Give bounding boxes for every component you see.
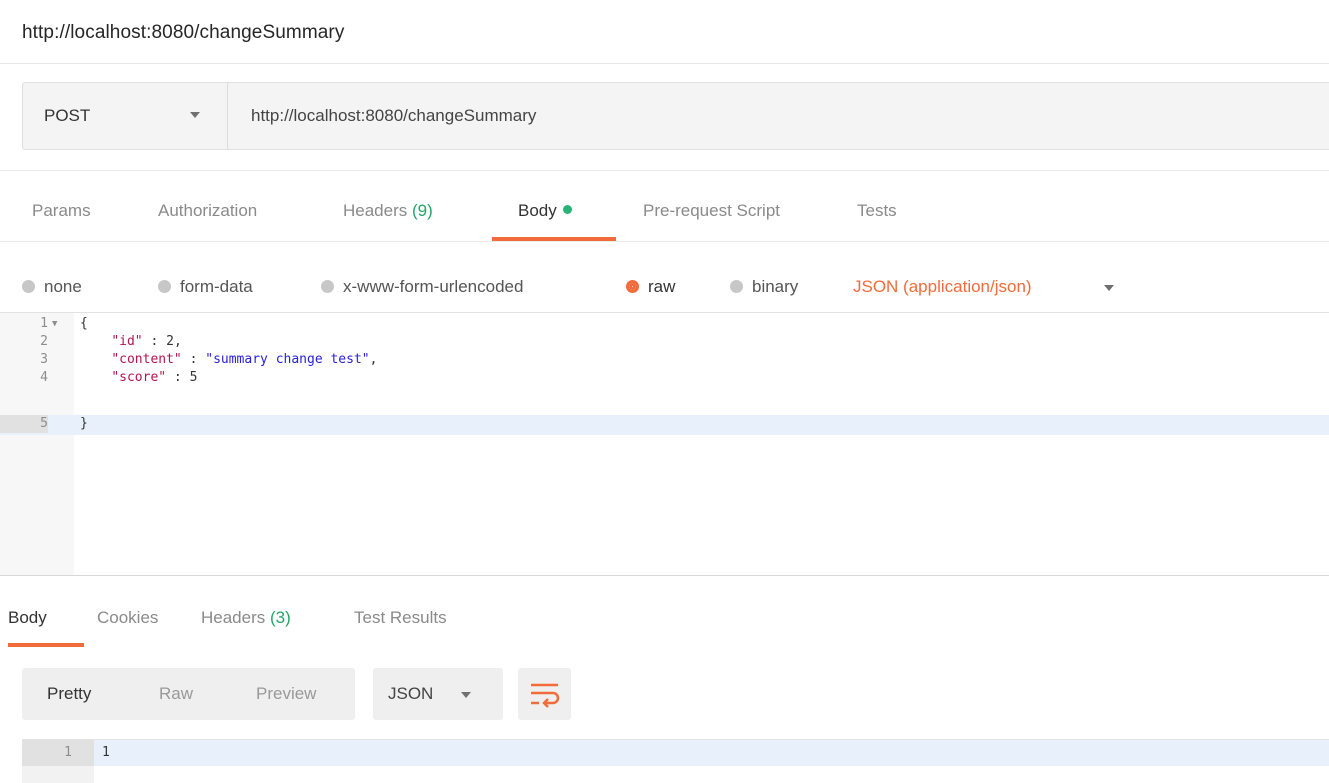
- request-tabs: Params Authorization Headers (9) Body Pr…: [0, 170, 1329, 242]
- json-key: "content": [111, 352, 182, 367]
- line-number: 5: [0, 415, 48, 433]
- response-tab-headers-count: (3): [270, 608, 291, 627]
- response-format-select[interactable]: JSON: [373, 668, 503, 720]
- json-suffix: ,: [173, 334, 182, 349]
- tab-pre-request-script[interactable]: Pre-request Script: [643, 201, 780, 221]
- tab-body-label: Body: [518, 201, 557, 220]
- response-body-viewer[interactable]: 1 1: [22, 739, 1329, 783]
- wrap-lines-button[interactable]: [518, 668, 571, 720]
- radio-circle-icon: [22, 280, 35, 293]
- json-key: "score": [111, 370, 167, 385]
- tab-body[interactable]: Body: [518, 201, 572, 221]
- radio-form-data-label: form-data: [180, 277, 253, 296]
- content-type-select[interactable]: JSON (application/json): [853, 277, 1032, 297]
- radio-none-label: none: [44, 277, 82, 296]
- code-line: 3 "content" : "summary change test",: [0, 351, 1329, 369]
- active-response-tab-underline: [8, 643, 84, 647]
- radio-urlencoded-label: x-www-form-urlencoded: [343, 277, 524, 296]
- radio-raw[interactable]: raw: [626, 277, 675, 297]
- response-tab-headers-label: Headers: [201, 608, 266, 627]
- json-suffix: ,: [369, 352, 378, 367]
- radio-circle-icon: [158, 280, 171, 293]
- radio-binary[interactable]: binary: [730, 277, 798, 297]
- radio-form-data[interactable]: form-data: [158, 277, 253, 297]
- line-number: 1: [22, 740, 94, 766]
- url-bar: POST http://localhost:8080/changeSummary: [22, 82, 1329, 150]
- body-indicator-dot: [562, 205, 572, 214]
- wrap-lines-icon: [531, 683, 560, 708]
- url-input[interactable]: http://localhost:8080/changeSummary: [251, 106, 536, 126]
- request-title: http://localhost:8080/changeSummary: [22, 22, 345, 43]
- radio-circle-icon: [321, 280, 334, 293]
- request-body-editor[interactable]: 1 ▼ { 2 "id" : 2, 3 "content" : "summary…: [0, 312, 1329, 576]
- json-separator: :: [181, 352, 206, 367]
- response-code-text: 1: [102, 745, 110, 760]
- json-key: "id": [111, 334, 143, 349]
- code-text: "id" : 2,: [80, 333, 182, 351]
- view-preview-button[interactable]: Preview: [256, 684, 316, 704]
- view-raw-button[interactable]: Raw: [159, 684, 193, 704]
- line-number: 2: [40, 334, 48, 349]
- tab-headers-label: Headers: [343, 201, 408, 220]
- chevron-down-icon[interactable]: [1104, 285, 1114, 291]
- line-number: 3: [40, 352, 48, 367]
- active-tab-underline: [492, 237, 616, 241]
- request-title-bar: http://localhost:8080/changeSummary: [0, 0, 1329, 64]
- tab-authorization[interactable]: Authorization: [158, 201, 257, 221]
- response-tab-cookies[interactable]: Cookies: [97, 608, 158, 628]
- fold-toggle-icon[interactable]: ▼: [52, 315, 57, 333]
- code-text: {: [80, 316, 88, 331]
- chevron-down-icon: [461, 692, 471, 698]
- json-value: 2: [166, 334, 174, 349]
- body-type-options: none form-data x-www-form-urlencoded raw…: [0, 258, 1329, 308]
- response-tabs: Body Cookies Headers (3) Test Results: [0, 592, 1329, 648]
- json-separator: :: [166, 370, 190, 385]
- json-separator: :: [142, 334, 167, 349]
- code-line: 2 "id" : 2,: [0, 333, 1329, 351]
- response-tab-headers[interactable]: Headers (3): [201, 608, 291, 628]
- view-mode-group: Pretty Raw Preview: [22, 668, 355, 720]
- code-line: 4 "score" : 5: [0, 369, 1329, 387]
- tab-headers[interactable]: Headers (9): [343, 201, 433, 221]
- code-text: "content" : "summary change test",: [80, 351, 377, 369]
- view-pretty-button[interactable]: Pretty: [47, 684, 91, 704]
- radio-binary-label: binary: [752, 277, 799, 296]
- radio-none[interactable]: none: [22, 277, 82, 297]
- response-line-active: 1 1: [22, 740, 1329, 766]
- code-text: "score" : 5: [80, 369, 197, 387]
- method-select[interactable]: POST: [23, 83, 228, 149]
- response-tab-body[interactable]: Body: [8, 608, 47, 628]
- tab-headers-count: (9): [412, 201, 433, 220]
- method-label: POST: [44, 106, 91, 125]
- response-format-label: JSON: [388, 684, 434, 703]
- json-value: "summary change test": [205, 352, 370, 367]
- response-view-toolbar: Pretty Raw Preview JSON: [0, 666, 1329, 722]
- json-value: 5: [189, 370, 198, 385]
- line-number: 4: [40, 370, 48, 385]
- tab-params[interactable]: Params: [32, 201, 91, 221]
- radio-x-www-form-urlencoded[interactable]: x-www-form-urlencoded: [321, 277, 523, 297]
- chevron-down-icon: [190, 112, 200, 118]
- tab-tests[interactable]: Tests: [857, 201, 897, 221]
- radio-selected-icon: [626, 280, 639, 293]
- code-text: }: [80, 416, 88, 431]
- line-number: 1: [40, 316, 48, 331]
- radio-raw-label: raw: [648, 277, 676, 296]
- response-tab-test-results[interactable]: Test Results: [354, 608, 447, 628]
- radio-circle-icon: [730, 280, 743, 293]
- code-line: 1 ▼ {: [0, 315, 1329, 333]
- code-line-active-bg: 5 }: [0, 415, 1329, 433]
